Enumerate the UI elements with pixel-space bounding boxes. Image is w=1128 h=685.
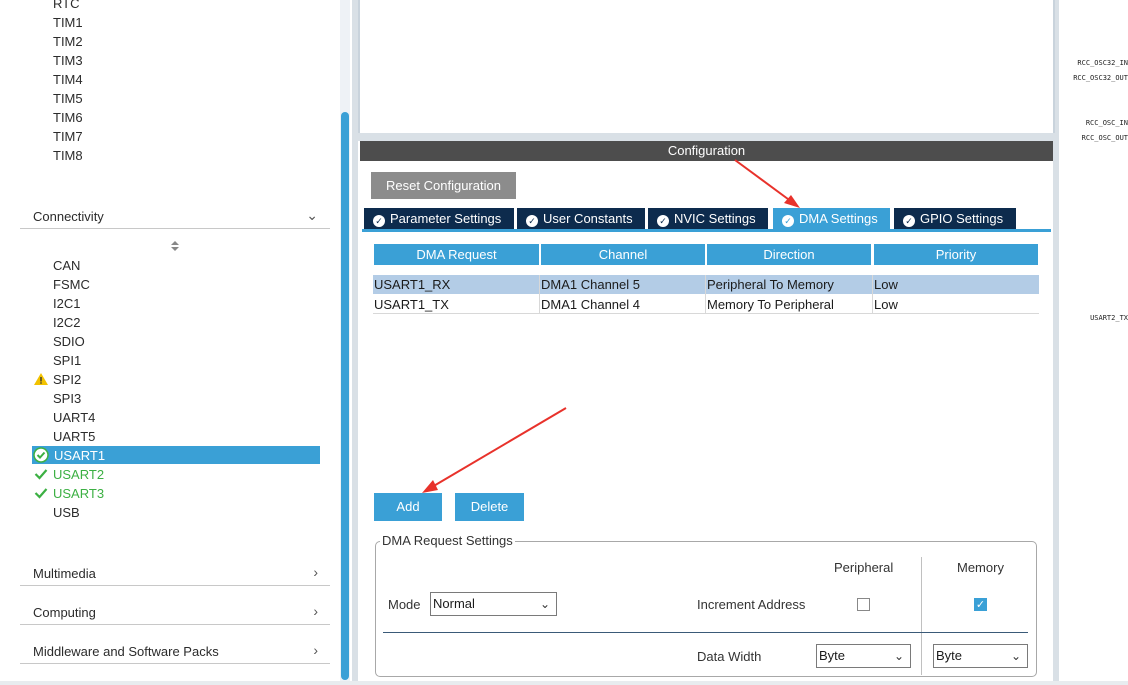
arrow-line: [734, 159, 793, 203]
annotation-arrows: [422, 159, 800, 493]
arrow-line: [431, 407, 567, 488]
bottom-border: [0, 681, 1128, 685]
arrow-head: [422, 480, 438, 493]
